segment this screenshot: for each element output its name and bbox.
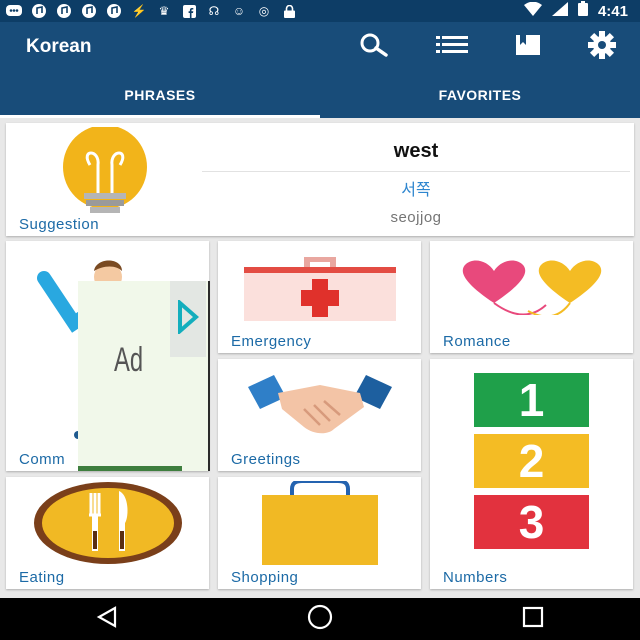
status-bar: ⚡ ♛ ☊ ☺ ◎ 4:41 bbox=[0, 0, 640, 22]
category-label-eating: Eating bbox=[19, 569, 65, 586]
category-card-greetings[interactable]: Greetings bbox=[218, 359, 421, 471]
suggestion-card[interactable]: Suggestion west 서쪽 seojjog bbox=[6, 123, 634, 236]
music-notification-icon bbox=[31, 4, 47, 18]
list-button[interactable] bbox=[436, 32, 468, 62]
category-label-emergency: Emergency bbox=[231, 333, 312, 350]
settings-button[interactable] bbox=[586, 30, 618, 65]
suggestion-english: west bbox=[393, 140, 439, 162]
tab-favorites-label: FAVORITES bbox=[438, 87, 522, 103]
fork-knife-plate-icon bbox=[33, 481, 183, 570]
digit-three-block: 3 bbox=[474, 495, 589, 549]
bolt-notification-icon: ⚡ bbox=[131, 4, 147, 18]
app-title: Korean bbox=[26, 36, 92, 57]
headset-notification-icon: ☊ bbox=[208, 4, 220, 18]
system-nav-bar bbox=[0, 598, 640, 640]
category-card-emergency[interactable]: Emergency bbox=[218, 241, 421, 353]
ad-label: Ad bbox=[114, 341, 144, 379]
first-aid-kit-icon bbox=[244, 253, 396, 326]
search-icon bbox=[359, 32, 389, 63]
tab-bar: PHRASES FAVORITES bbox=[0, 72, 640, 118]
battery-icon bbox=[577, 1, 588, 21]
ad-bottom-bar bbox=[78, 466, 182, 471]
category-card-eating[interactable]: Eating bbox=[6, 477, 209, 589]
music-notification-icon bbox=[56, 4, 72, 18]
list-icon bbox=[436, 35, 468, 60]
app-bar: Korean bbox=[0, 22, 640, 72]
ad-choices-button[interactable] bbox=[170, 281, 206, 357]
hearts-icon bbox=[454, 259, 610, 320]
home-circle-icon bbox=[306, 603, 334, 636]
suggestion-romanization: seojjog bbox=[390, 209, 442, 226]
category-card-shopping[interactable]: Shopping bbox=[218, 477, 421, 589]
trophy-notification-icon: ♛ bbox=[158, 4, 170, 18]
signal-icon bbox=[551, 1, 568, 21]
tab-phrases[interactable]: PHRASES bbox=[0, 72, 320, 118]
music-notification-icon bbox=[106, 4, 122, 18]
cat-notification-icon: ☺ bbox=[232, 4, 246, 18]
lock-notification-icon bbox=[281, 4, 297, 18]
status-time: 4:41 bbox=[597, 2, 628, 20]
digit-two-block: 2 bbox=[474, 434, 589, 488]
category-label-greetings: Greetings bbox=[231, 451, 301, 468]
category-card-romance[interactable]: Romance bbox=[430, 241, 633, 353]
tab-favorites[interactable]: FAVORITES bbox=[320, 72, 640, 118]
ad-overlay[interactable]: Ad bbox=[78, 281, 210, 471]
category-label-communication: Comm bbox=[19, 451, 66, 468]
divider bbox=[202, 171, 630, 172]
wifi-icon bbox=[523, 1, 542, 21]
category-label-shopping: Shopping bbox=[231, 569, 299, 586]
category-card-numbers[interactable]: 1 2 3 Numbers bbox=[430, 359, 633, 589]
numbers-icon: 1 2 3 bbox=[474, 373, 589, 551]
category-label-numbers: Numbers bbox=[443, 569, 508, 586]
bookmark-book-icon bbox=[515, 34, 541, 61]
search-button[interactable] bbox=[358, 32, 390, 62]
handshake-icon bbox=[244, 369, 396, 446]
gear-icon bbox=[587, 30, 617, 65]
bookmark-button[interactable] bbox=[512, 32, 544, 62]
suggestion-label: Suggestion bbox=[19, 216, 100, 233]
music-notification-icon bbox=[81, 4, 97, 18]
shopping-bag-icon bbox=[262, 479, 378, 570]
circle-notification-icon: ◎ bbox=[258, 4, 270, 18]
back-triangle-icon bbox=[95, 605, 119, 634]
recents-square-icon bbox=[521, 605, 545, 634]
home-button[interactable] bbox=[300, 604, 340, 634]
category-label-romance: Romance bbox=[443, 333, 511, 350]
chat-notification-icon bbox=[6, 4, 22, 18]
play-triangle-icon bbox=[177, 298, 200, 339]
recents-button[interactable] bbox=[513, 604, 553, 634]
digit-one-block: 1 bbox=[474, 373, 589, 427]
tab-phrases-label: PHRASES bbox=[124, 87, 196, 103]
suggestion-korean: 서쪽 bbox=[401, 182, 431, 199]
back-button[interactable] bbox=[87, 604, 127, 634]
lightbulb-icon bbox=[50, 125, 160, 222]
facebook-notification-icon bbox=[181, 4, 197, 18]
